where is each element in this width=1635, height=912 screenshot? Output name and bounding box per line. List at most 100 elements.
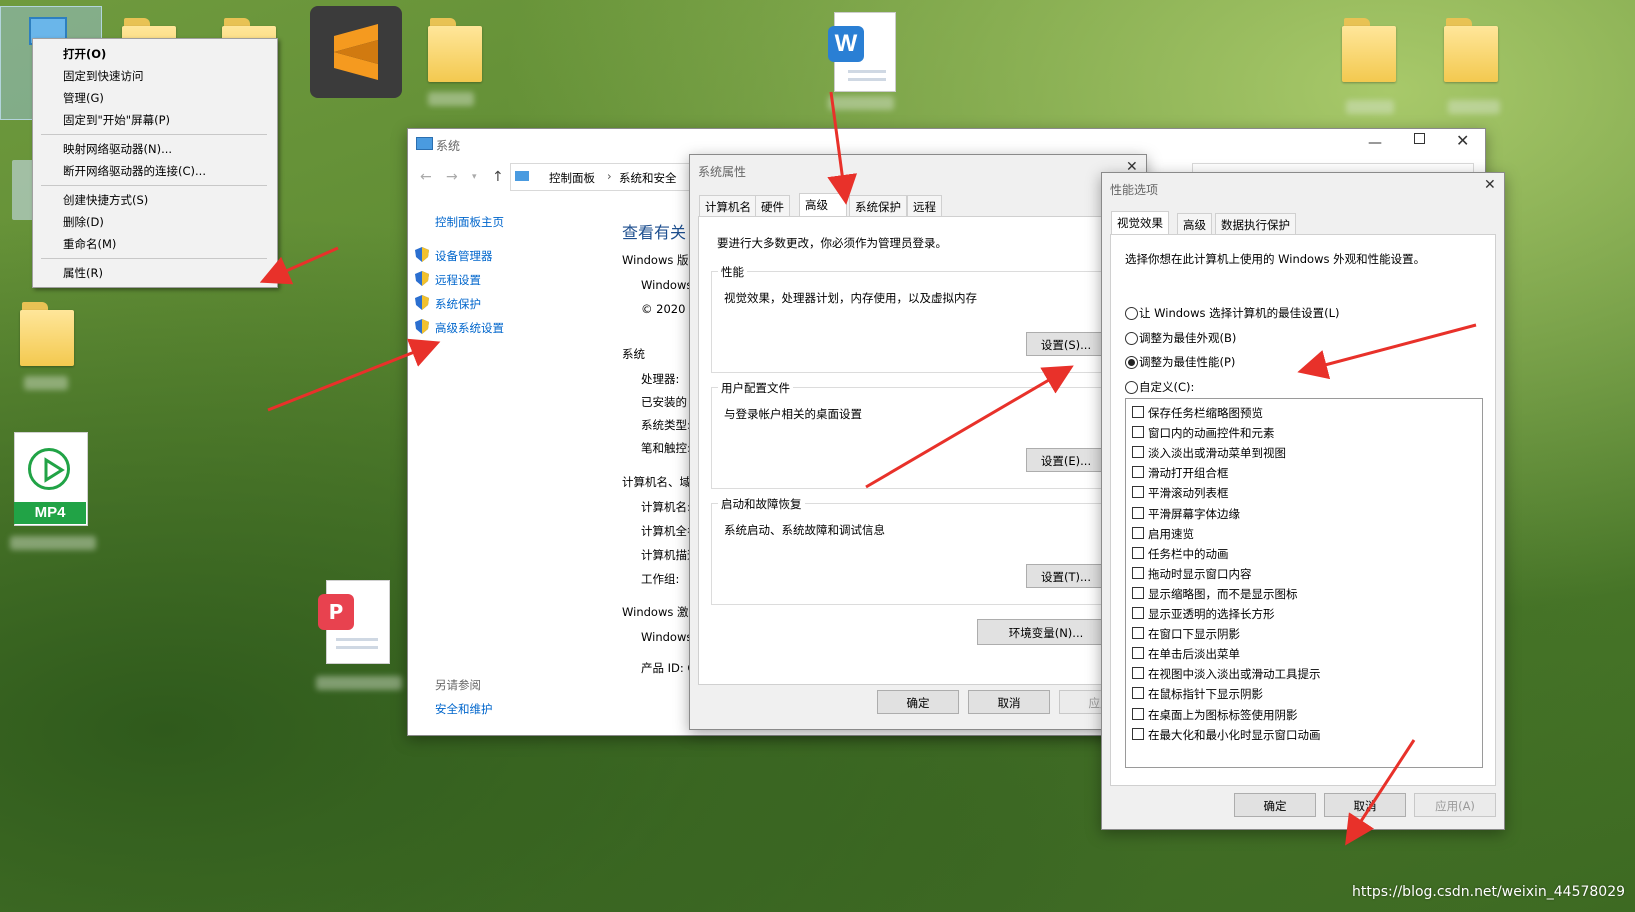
security-maintenance-link[interactable]: 安全和维护 <box>435 701 493 717</box>
system-protection-link[interactable]: 系统保护 <box>435 296 481 312</box>
folder-icon[interactable] <box>428 18 482 82</box>
startup-title: 启动和故障恢复 <box>718 496 805 512</box>
startup-settings-button[interactable]: 设置(T)... <box>1026 564 1106 588</box>
minimize-button[interactable]: — <box>1368 135 1382 151</box>
word-document-icon[interactable]: W <box>828 12 896 92</box>
system-window-icon <box>416 137 433 150</box>
radio-best-appearance[interactable] <box>1125 332 1138 345</box>
close-button[interactable]: ✕ <box>1456 131 1469 150</box>
back-arrow-icon[interactable]: ← <box>420 169 432 185</box>
advanced-system-settings-link[interactable]: 高级系统设置 <box>435 320 504 336</box>
menu-item-rename[interactable]: 重命名(M) <box>63 236 116 252</box>
installed-ram-label: 已安装的 <box>641 395 687 409</box>
performance-title: 性能 <box>718 264 747 280</box>
effect-checkbox-label: 在窗口下显示阴影 <box>1148 627 1240 642</box>
menu-item-delete[interactable]: 删除(D) <box>63 214 104 230</box>
ok-button[interactable]: 确定 <box>877 690 959 714</box>
tab-advanced[interactable]: 高级 <box>799 193 847 217</box>
menu-item-open[interactable]: 打开(O) <box>63 46 106 62</box>
menu-item-pin-quick-access[interactable]: 固定到快速访问 <box>63 68 144 84</box>
mp4-file-icon[interactable]: MP4 <box>14 432 88 528</box>
performance-settings-button[interactable]: 设置(S)... <box>1026 332 1106 356</box>
effect-checkbox[interactable] <box>1132 607 1144 619</box>
control-panel-home-link[interactable]: 控制面板主页 <box>435 214 504 230</box>
shield-icon <box>415 271 429 286</box>
effect-checkbox[interactable] <box>1132 707 1144 720</box>
effect-checkbox[interactable] <box>1132 426 1144 439</box>
menu-item-disconnect-drive[interactable]: 断开网络驱动器的连接(C)... <box>63 163 206 179</box>
see-also-label: 另请参阅 <box>435 678 481 692</box>
up-arrow-icon[interactable]: ↑ <box>492 169 504 185</box>
effect-checkbox[interactable] <box>1132 667 1144 680</box>
effect-checkbox[interactable] <box>1132 546 1144 559</box>
startup-group: 启动和故障恢复 系统启动、系统故障和调试信息 设置(T)... <box>711 496 1153 605</box>
breadcrumb-control-panel[interactable]: 控制面板 <box>549 170 595 186</box>
effect-checkbox[interactable] <box>1132 506 1144 519</box>
radio-custom[interactable] <box>1125 381 1138 394</box>
device-manager-link[interactable]: 设备管理器 <box>435 248 493 264</box>
processor-label: 处理器: <box>641 372 680 386</box>
user-profile-title: 用户配置文件 <box>718 380 793 396</box>
profile-settings-button[interactable]: 设置(E)... <box>1026 448 1106 472</box>
effect-checkbox[interactable] <box>1132 486 1144 499</box>
effect-checkbox[interactable] <box>1132 727 1144 740</box>
page-heading: 查看有关 <box>622 223 687 242</box>
tab-remote[interactable]: 远程 <box>907 195 942 217</box>
close-button[interactable]: ✕ <box>1484 177 1496 193</box>
effect-checkbox[interactable] <box>1132 647 1144 660</box>
effect-checkbox[interactable] <box>1132 446 1144 459</box>
system-type-label: 系统类型: <box>641 418 691 432</box>
menu-item-create-shortcut[interactable]: 创建快捷方式(S) <box>63 192 148 208</box>
effect-checkbox[interactable] <box>1132 406 1144 418</box>
menu-item-manage[interactable]: 管理(G) <box>63 90 104 106</box>
workgroup-label: 工作组: <box>641 572 680 586</box>
menu-item-pin-start[interactable]: 固定到"开始"屏幕(P) <box>63 112 170 128</box>
sublime-text-icon[interactable] <box>310 6 402 98</box>
effect-checkbox-label: 在桌面上为图标标签使用阴影 <box>1148 707 1298 722</box>
effect-checkbox-label: 拖动时显示窗口内容 <box>1148 566 1252 581</box>
tab-dep[interactable]: 数据执行保护 <box>1215 213 1296 235</box>
tab-computer-name[interactable]: 计算机名 <box>699 195 757 217</box>
cancel-button[interactable]: 取消 <box>1324 793 1406 817</box>
folder-icon[interactable] <box>1444 18 1498 82</box>
remote-settings-link[interactable]: 远程设置 <box>435 272 481 288</box>
environment-variables-button[interactable]: 环境变量(N)... <box>977 619 1115 645</box>
mp4-label: MP4 <box>14 502 86 524</box>
breadcrumb-system-security[interactable]: 系统和安全 <box>619 170 677 186</box>
radio-best-performance[interactable] <box>1125 356 1138 369</box>
menu-item-map-drive[interactable]: 映射网络驱动器(N)... <box>63 141 172 157</box>
pdf-file-icon[interactable]: P <box>318 580 390 664</box>
effect-checkbox[interactable] <box>1132 526 1144 539</box>
forward-arrow-icon[interactable]: → <box>446 169 458 185</box>
maximize-button[interactable] <box>1414 133 1425 144</box>
tab-system-protection[interactable]: 系统保护 <box>849 195 907 217</box>
effect-checkbox[interactable] <box>1132 627 1144 640</box>
tab-visual-effects[interactable]: 视觉效果 <box>1111 211 1169 235</box>
ok-button[interactable]: 确定 <box>1234 793 1316 817</box>
radio-let-windows-choose[interactable] <box>1125 307 1138 320</box>
radio-label: 自定义(C): <box>1139 380 1195 394</box>
tab-panel: 选择你想在此计算机上使用的 Windows 外观和性能设置。 让 Windows… <box>1110 234 1496 786</box>
system-header: 系统 <box>622 347 645 361</box>
folder-icon[interactable] <box>1342 18 1396 82</box>
tab-hardware[interactable]: 硬件 <box>755 195 790 217</box>
shield-icon <box>415 319 429 334</box>
startup-desc: 系统启动、系统故障和调试信息 <box>724 523 885 537</box>
folder-icon[interactable] <box>20 302 74 366</box>
history-dropdown-icon[interactable]: ▾ <box>472 172 477 182</box>
recycle-bin-icon[interactable] <box>12 160 34 220</box>
effect-checkbox[interactable] <box>1132 466 1144 479</box>
effect-checkbox[interactable] <box>1132 586 1144 599</box>
tab-advanced[interactable]: 高级 <box>1177 213 1212 235</box>
dialog-title: 系统属性 <box>698 165 747 179</box>
cancel-button[interactable]: 取消 <box>968 690 1050 714</box>
activation-header: Windows 激 <box>622 605 689 619</box>
effect-checkbox-label: 显示缩略图，而不是显示图标 <box>1148 586 1298 601</box>
sublime-logo <box>334 24 378 80</box>
windows-edition: Windows <box>641 278 693 292</box>
effect-checkbox[interactable] <box>1132 687 1144 700</box>
address-bar[interactable]: 控制面板 › 系统和安全 <box>510 163 692 191</box>
menu-item-properties[interactable]: 属性(R) <box>63 265 103 281</box>
apply-button[interactable]: 应用(A) <box>1414 793 1496 817</box>
effect-checkbox[interactable] <box>1132 566 1144 579</box>
